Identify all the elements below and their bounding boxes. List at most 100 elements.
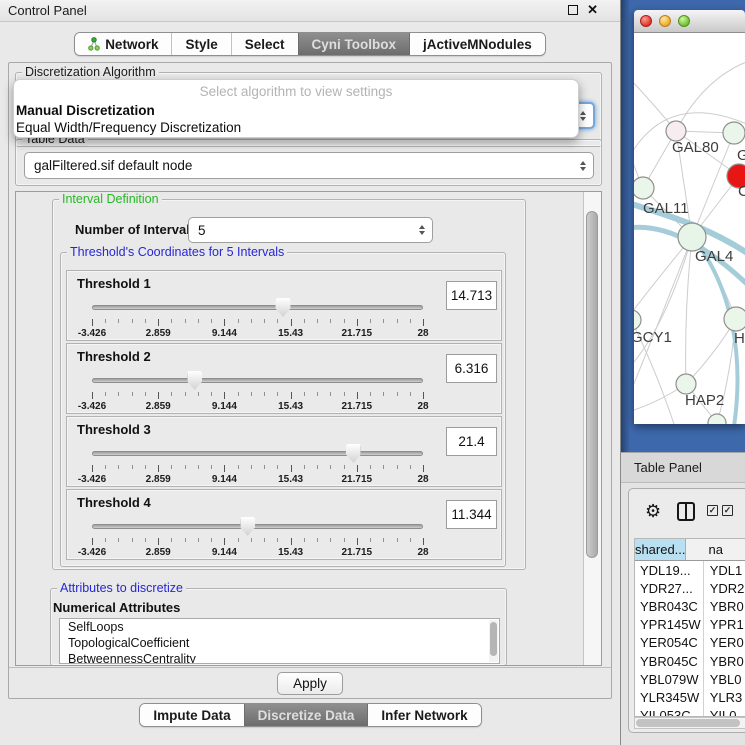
tab-infer-network[interactable]: Infer Network: [367, 704, 480, 726]
numerical-attributes-label: Numerical Attributes: [53, 600, 180, 615]
scrollbar-thumb[interactable]: [586, 211, 598, 558]
threshold-slider[interactable]: -3.4262.8599.14415.4321.71528: [92, 516, 423, 558]
cyni-toolbox-panel: Discretization Algorithm Select algorith…: [8, 62, 612, 699]
cell-name[interactable]: YBL0: [704, 670, 745, 688]
slider-ticks: [92, 319, 423, 327]
table-row[interactable]: YIL053CYIL0: [635, 707, 745, 718]
slider-handle[interactable]: [187, 371, 202, 390]
tab-select[interactable]: Select: [231, 33, 298, 55]
node-label-c: C: [738, 183, 745, 200]
numerical-attributes-list[interactable]: SelfLoopsTopologicalCoefficientBetweenne…: [59, 618, 500, 664]
cell-name[interactable]: YPR1: [704, 616, 745, 634]
float-window-icon[interactable]: [568, 5, 578, 15]
threshold-slider[interactable]: -3.4262.8599.14415.4321.71528: [92, 297, 423, 339]
cell-shared-name[interactable]: YBR045C: [635, 652, 704, 670]
tab-jactivemnodules[interactable]: jActiveMNodules: [409, 33, 545, 55]
tab-style[interactable]: Style: [171, 33, 230, 55]
apply-button[interactable]: Apply: [277, 672, 343, 695]
cell-shared-name[interactable]: YDR27...: [635, 579, 704, 597]
network-node-h[interactable]: [724, 307, 745, 331]
number-of-intervals-combobox[interactable]: 5: [188, 217, 433, 243]
table-row[interactable]: YER054CYER0: [635, 634, 745, 652]
network-node-gal80[interactable]: [666, 121, 686, 141]
network-canvas[interactable]: GAL80GACGAL11GAL4GCY1HHAP2: [634, 33, 745, 424]
slider-track[interactable]: [92, 451, 423, 456]
slider-handle[interactable]: [240, 517, 255, 536]
apply-row: Apply: [9, 667, 611, 699]
slider-handle[interactable]: [276, 298, 291, 317]
cell-name[interactable]: YER0: [704, 634, 745, 652]
cell-name[interactable]: YDR2: [704, 579, 745, 597]
table-row[interactable]: YBR043CYBR0: [635, 597, 745, 615]
gear-icon[interactable]: ⚙: [645, 501, 661, 522]
network-node-gal4[interactable]: [678, 223, 706, 251]
network-icon: [88, 37, 100, 51]
network-window-titlebar[interactable]: [634, 10, 745, 33]
cell-name[interactable]: YBR0: [704, 652, 745, 670]
cell-shared-name[interactable]: YER054C: [635, 634, 704, 652]
threshold-value-field[interactable]: 14.713: [446, 281, 497, 310]
tab-discretize-data[interactable]: Discretize Data: [244, 704, 368, 726]
threshold-label: Threshold 4: [77, 495, 151, 510]
slider-track[interactable]: [92, 305, 423, 310]
cell-name[interactable]: YDL1: [704, 561, 745, 579]
threshold-value-field[interactable]: 6.316: [446, 354, 497, 383]
threshold-value-field[interactable]: 11.344: [446, 500, 497, 529]
table-row[interactable]: YBR045CYBR0: [635, 652, 745, 670]
tab-cyni-toolbox[interactable]: Cyni Toolbox: [298, 33, 410, 55]
cell-shared-name[interactable]: YLR345W: [635, 688, 704, 706]
tab-network[interactable]: Network: [75, 33, 171, 55]
tab-impute-data[interactable]: Impute Data: [140, 704, 243, 726]
slider-track[interactable]: [92, 524, 423, 529]
table-row[interactable]: YLR345WYLR3: [635, 688, 745, 706]
network-node-gal11[interactable]: [634, 177, 654, 199]
algorithm-option-manual-discretization[interactable]: Manual Discretization: [14, 102, 578, 119]
interval-definition-group: Interval Definition Number of Intervals …: [52, 199, 526, 570]
cell-name[interactable]: YBR0: [704, 597, 745, 615]
slider-track[interactable]: [92, 378, 423, 383]
threshold-value-field[interactable]: 21.4: [446, 427, 497, 456]
cell-shared-name[interactable]: YIL053C: [635, 707, 704, 718]
columns-icon[interactable]: [677, 502, 695, 521]
column-header-shared[interactable]: shared...: [635, 539, 686, 560]
window-minimize-light-icon[interactable]: [659, 15, 671, 27]
close-icon[interactable]: ✕: [587, 4, 598, 16]
column-header-name[interactable]: na: [686, 539, 745, 560]
window-close-light-icon[interactable]: [640, 15, 652, 27]
algorithm-dropdown-popup: Select algorithm to view settings Manual…: [13, 79, 579, 138]
tab-label: Cyni Toolbox: [312, 37, 397, 52]
algorithm-option-equal-width-frequency-discretization[interactable]: Equal Width/Frequency Discretization: [14, 119, 578, 136]
cell-name[interactable]: YIL0: [704, 707, 745, 718]
slider-handle[interactable]: [346, 444, 361, 463]
control-panel: Control Panel ✕ NetworkStyleSelectCyni T…: [0, 0, 621, 745]
attributes-list-scrollbar[interactable]: [489, 620, 498, 662]
scrollbar-thumb[interactable]: [636, 719, 740, 727]
table-row[interactable]: YBL079WYBL0: [635, 670, 745, 688]
cell-shared-name[interactable]: YDL19...: [635, 561, 704, 579]
threshold-slider[interactable]: -3.4262.8599.14415.4321.71528: [92, 443, 423, 485]
cell-shared-name[interactable]: YBR043C: [635, 597, 704, 615]
network-window[interactable]: GAL80GACGAL11GAL4GCY1HHAP2: [634, 10, 745, 424]
table-data-combobox[interactable]: galFiltered.sif default node: [24, 152, 594, 179]
cell-shared-name[interactable]: YPR145W: [635, 616, 704, 634]
threshold-box-2: Threshold 2-3.4262.8599.14415.4321.71528…: [66, 343, 502, 414]
table-row[interactable]: YDR27...YDR2: [635, 579, 745, 597]
network-node-hap2[interactable]: [676, 374, 696, 394]
checkbox-icon[interactable]: ✓: [707, 505, 718, 516]
settings-vertical-scrollbar[interactable]: [583, 192, 601, 665]
network-node-gcy1[interactable]: [634, 310, 641, 330]
threshold-slider[interactable]: -3.4262.8599.14415.4321.71528: [92, 370, 423, 412]
cell-shared-name[interactable]: YBL079W: [635, 670, 704, 688]
attribute-item-topologicalcoefficient[interactable]: TopologicalCoefficient: [60, 635, 499, 651]
checkbox-icon[interactable]: ✓: [722, 505, 733, 516]
bottom-tabbar: Impute DataDiscretize DataInfer Network: [0, 703, 621, 727]
cell-name[interactable]: YLR3: [704, 688, 745, 706]
window-zoom-light-icon[interactable]: [678, 15, 690, 27]
table-horizontal-scrollbar[interactable]: [634, 717, 745, 729]
attribute-item-betweennesscentrality[interactable]: BetweennessCentrality: [60, 651, 499, 664]
table-row[interactable]: YPR145WYPR1: [635, 616, 745, 634]
table-row[interactable]: YDL19...YDL1: [635, 561, 745, 579]
network-node-ga[interactable]: [723, 122, 745, 144]
node-label-gal11: GAL11: [643, 200, 689, 217]
attribute-item-selfloops[interactable]: SelfLoops: [60, 619, 499, 635]
